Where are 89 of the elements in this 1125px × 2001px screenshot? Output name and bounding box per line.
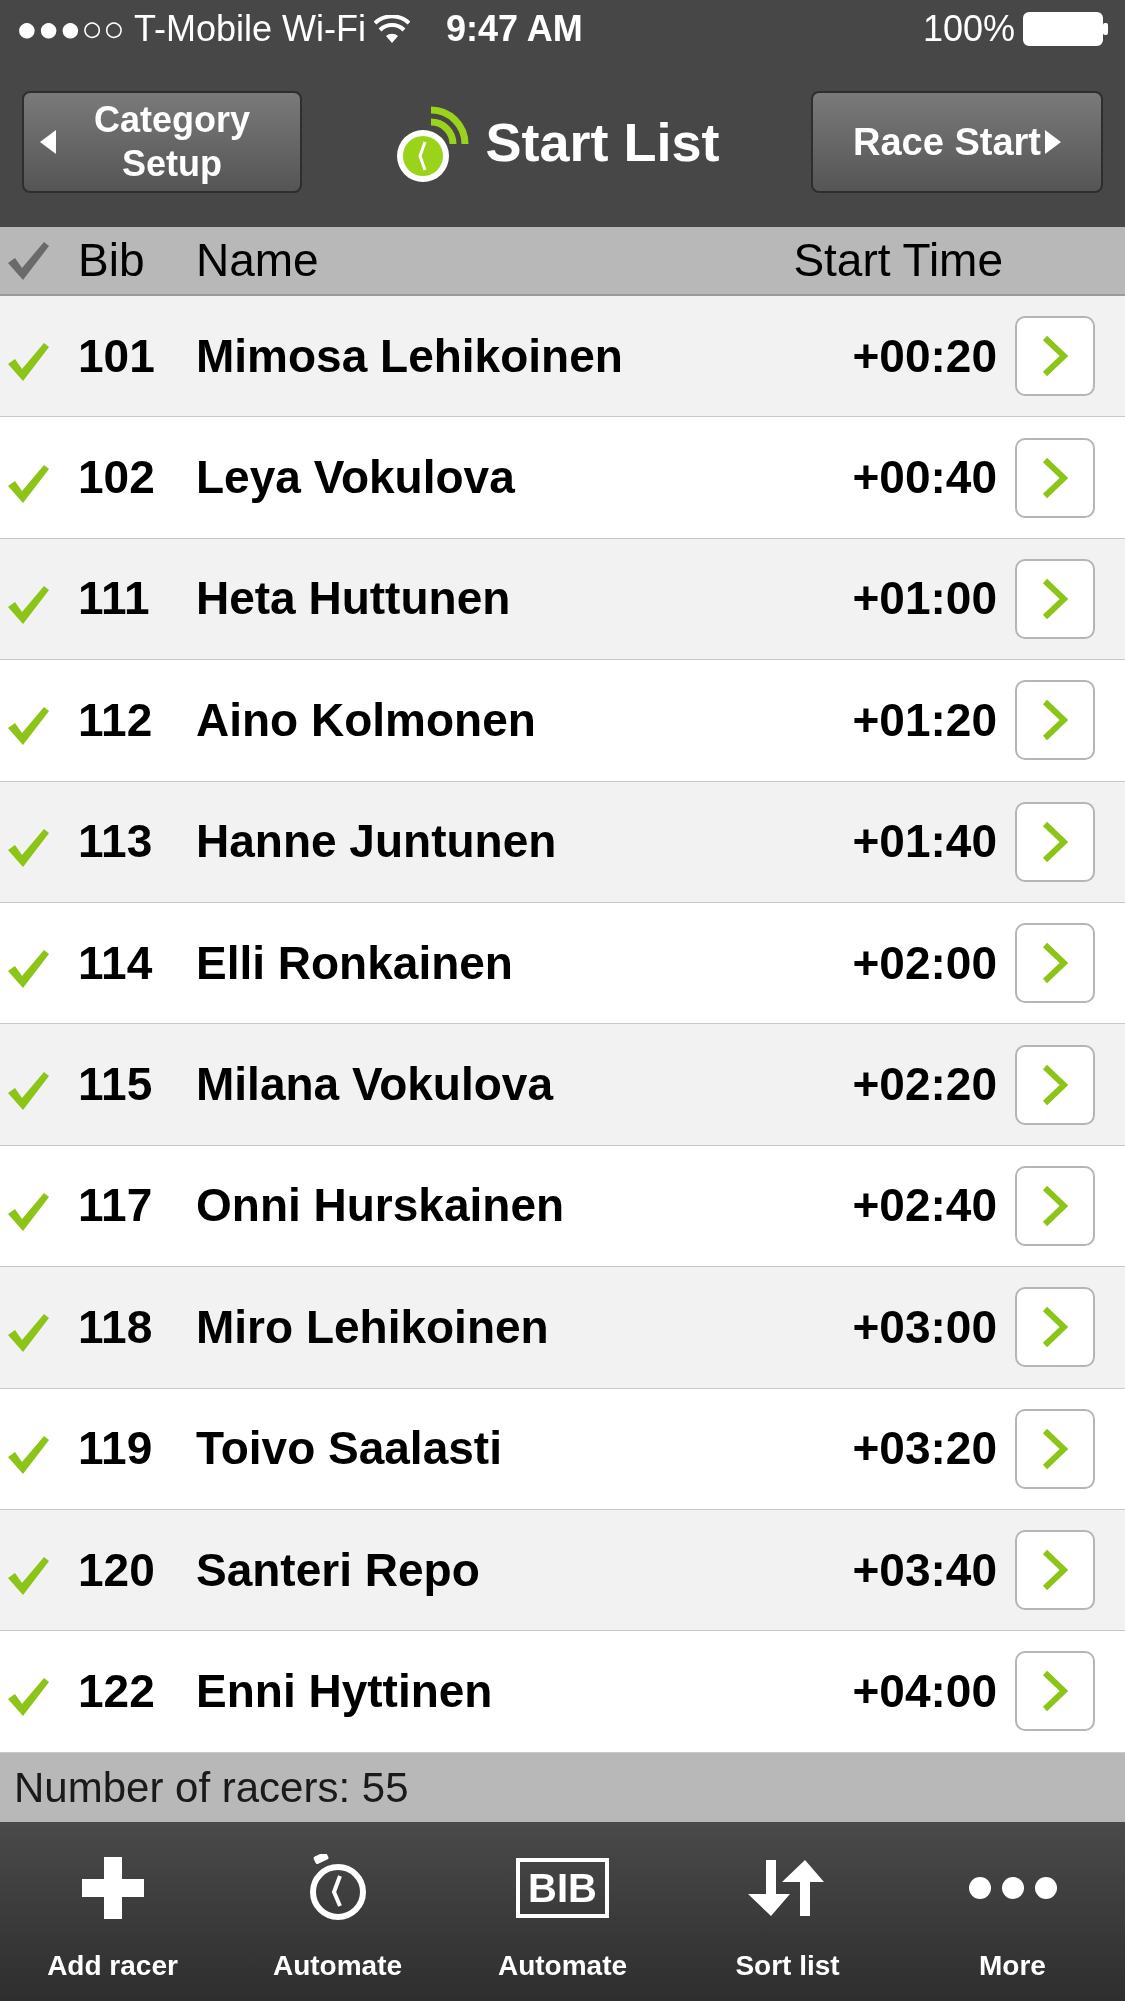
chevron-button[interactable] — [1015, 558, 1095, 639]
battery-label: 100% — [922, 6, 1015, 51]
start-time: +00:20 — [852, 328, 997, 384]
bib-number: 113 — [78, 814, 154, 870]
racer-row[interactable]: 120 Santeri Repo +03:40 — [0, 1509, 1125, 1632]
racer-row[interactable]: 118 Miro Lehikoinen +03:00 — [0, 1267, 1125, 1389]
chevron-button[interactable] — [1015, 1165, 1095, 1246]
bib-number: 111 — [78, 571, 151, 627]
toolbar-button[interactable]: Sort list — [675, 1822, 900, 2001]
start-time: +01:00 — [852, 571, 997, 627]
check-icon — [6, 240, 50, 281]
chevron-icon — [1042, 942, 1068, 985]
screen-title: Start List — [485, 110, 720, 174]
racer-name: Heta Huttunen — [196, 571, 511, 627]
chevron-button[interactable] — [1015, 1044, 1095, 1125]
column-header: Start Time — [793, 233, 1003, 288]
racer-row[interactable]: 115 Milana Vokulova +02:20 — [0, 1024, 1125, 1146]
chevron-button[interactable] — [1015, 1287, 1095, 1368]
start-time: +03:20 — [852, 1421, 997, 1477]
column-header: Bib — [78, 233, 146, 288]
start-time: +02:40 — [852, 1178, 997, 1234]
racer-count: Number of racers: 55 — [14, 1763, 409, 1813]
racer-name: Leya Vokulova — [196, 450, 515, 506]
chevron-icon — [1042, 1184, 1068, 1227]
bib-number: 114 — [78, 935, 154, 991]
toolbar-button[interactable]: More — [900, 1822, 1125, 2001]
racer-row[interactable]: 111 Heta Huttunen +01:00 — [0, 538, 1125, 661]
chevron-button[interactable] — [1015, 680, 1095, 761]
clock-label: 9:47 AM — [446, 6, 583, 51]
bib-number: 122 — [78, 1664, 156, 1719]
racer-row[interactable]: 101 Mimosa Lehikoinen +00:20 — [0, 296, 1125, 418]
carrier-label: ●●●○○ T-Mobile Wi-Fi — [16, 6, 367, 51]
right-triangle-icon — [1044, 130, 1061, 154]
bib-number: 118 — [78, 1299, 154, 1355]
chevron-icon — [1042, 1549, 1068, 1592]
chevron-button[interactable] — [1015, 1530, 1095, 1611]
start-time: +03:40 — [852, 1542, 997, 1598]
racer-name: Santeri Repo — [196, 1542, 480, 1598]
chevron-icon — [1042, 1427, 1068, 1470]
racer-name: Milana Vokulova — [196, 1057, 554, 1113]
racer-name: Mimosa Lehikoinen — [196, 328, 623, 384]
chevron-icon — [1042, 1063, 1068, 1106]
bib-number: 117 — [78, 1178, 154, 1234]
racer-name: Toivo Saalasti — [196, 1421, 502, 1477]
chevron-button[interactable] — [1015, 437, 1095, 518]
start-time: +00:40 — [852, 450, 997, 506]
chevron-button[interactable] — [1015, 801, 1095, 882]
start-time: +02:00 — [852, 935, 997, 991]
racer-name: Onni Hurskainen — [196, 1178, 565, 1234]
plus-icon — [81, 1857, 144, 1919]
racer-name: Enni Hyttinen — [196, 1664, 493, 1719]
racer-name: Hanne Juntunen — [196, 814, 557, 870]
bib-number: 120 — [78, 1542, 156, 1598]
start-time: +02:20 — [852, 1057, 997, 1113]
start-time: +03:00 — [852, 1299, 997, 1355]
chevron-icon — [1042, 699, 1068, 742]
forward-button[interactable]: Race Start — [811, 91, 1103, 193]
chevron-icon — [1042, 577, 1068, 620]
toolbar-button[interactable]: BIB Automate — [450, 1822, 675, 2001]
chevron-button[interactable] — [1015, 1408, 1095, 1489]
start-time: +04:00 — [852, 1664, 997, 1719]
chevron-icon — [1042, 456, 1068, 499]
column-header: Name — [196, 233, 319, 288]
racer-name: Miro Lehikoinen — [196, 1299, 549, 1355]
racer-row[interactable]: 113 Hanne Juntunen +01:40 — [0, 781, 1125, 903]
wifi-icon — [374, 14, 411, 43]
racer-name: Aino Kolmonen — [196, 692, 536, 748]
battery-icon — [1023, 11, 1109, 46]
toolbar-button[interactable]: Add racer — [0, 1822, 225, 2001]
bib-number: 119 — [78, 1421, 154, 1477]
chevron-icon — [1042, 1306, 1068, 1349]
chevron-button[interactable] — [1015, 1651, 1095, 1732]
chevron-icon — [1042, 335, 1068, 378]
chevron-icon — [1042, 1670, 1068, 1713]
bib-number: 115 — [78, 1057, 154, 1113]
bib-number: 112 — [78, 692, 154, 748]
bib-number: 101 — [78, 328, 156, 384]
bib-icon: BIB — [516, 1858, 609, 1918]
racer-name: Elli Ronkainen — [196, 935, 513, 991]
start-time: +01:20 — [852, 692, 997, 748]
start-time: +01:40 — [852, 814, 997, 870]
back-button[interactable]: Category Setup — [22, 91, 302, 193]
more-icon — [967, 1876, 1058, 1900]
left-triangle-icon — [40, 130, 56, 154]
chevron-icon — [1042, 820, 1068, 863]
bib-number: 102 — [78, 450, 156, 506]
chevron-button[interactable] — [1015, 923, 1095, 1004]
toolbar-button[interactable]: Automate — [225, 1822, 450, 2001]
chevron-button[interactable] — [1015, 316, 1095, 397]
